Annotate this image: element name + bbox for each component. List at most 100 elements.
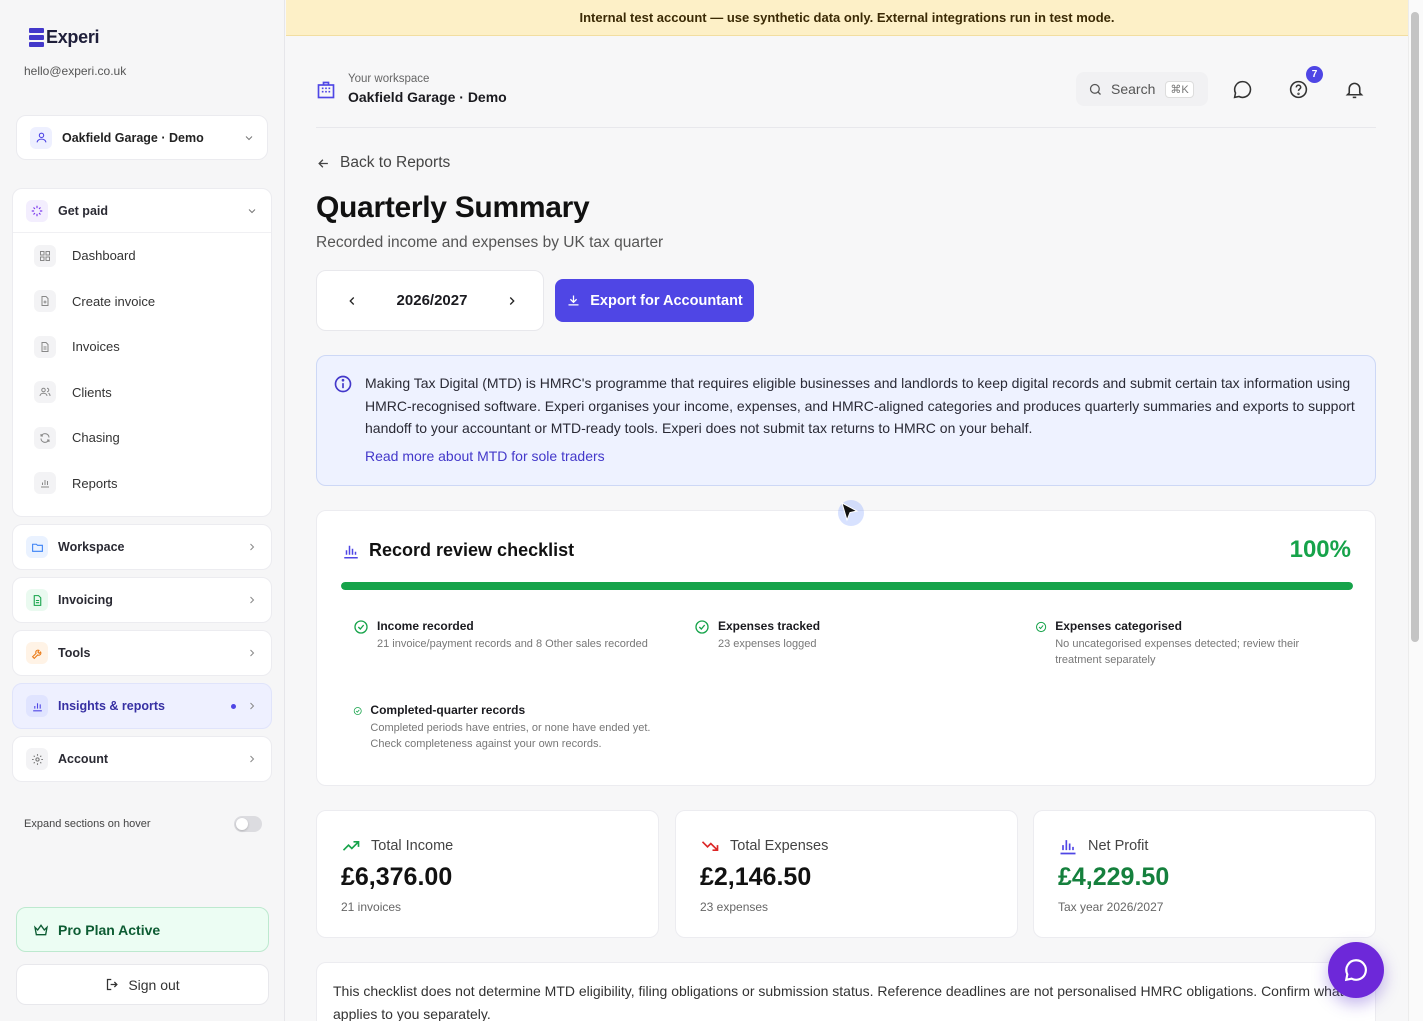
checklist-item-title: Completed-quarter records xyxy=(370,703,526,717)
sidebar-item-label: Invoices xyxy=(72,339,120,355)
back-label: Back to Reports xyxy=(340,154,451,171)
chevron-right-icon xyxy=(250,755,255,763)
document-icon xyxy=(26,589,48,611)
checklist-disclaimer: This checklist does not determine MTD el… xyxy=(316,962,1376,1021)
checklist-item-title: Expenses tracked xyxy=(718,619,821,633)
sparkle-icon xyxy=(26,199,48,222)
nav-group-label: Workspace xyxy=(58,540,125,554)
logout-icon xyxy=(107,978,119,991)
brand-logo[interactable]: Experi xyxy=(29,27,100,48)
chat-launcher-button[interactable] xyxy=(1328,942,1384,998)
help-badge: 7 xyxy=(1306,66,1323,83)
bar-chart-icon xyxy=(26,695,48,717)
total-expenses-card: Total Expenses £2,146.50 23 expenses xyxy=(675,810,1018,938)
search-button[interactable]: Search ⌘K xyxy=(1076,72,1208,106)
brand-name: Experi xyxy=(46,27,100,47)
sidebar-item-chasing[interactable]: Chasing xyxy=(13,415,271,461)
nav-group-get-paid: Get paid Dashboard Create invoice Invoic… xyxy=(12,188,272,517)
stat-label: Total Income xyxy=(371,838,454,854)
tax-year-selector: 2026/2027 xyxy=(316,270,544,331)
mouse-cursor-highlight xyxy=(838,500,864,526)
nav-group-get-paid-header[interactable]: Get paid xyxy=(13,189,271,233)
checklist-item-desc: 23 expenses logged xyxy=(718,638,817,650)
crown-icon xyxy=(33,923,49,935)
sign-out-label: Sign out xyxy=(128,976,180,993)
sidebar-item-label: Dashboard xyxy=(72,248,136,264)
search-shortcut: ⌘K xyxy=(1165,80,1194,98)
chevron-right-icon[interactable] xyxy=(505,294,519,308)
sidebar-item-create-invoice[interactable]: Create invoice xyxy=(13,279,271,325)
nav-group-label: Insights & reports xyxy=(58,699,165,713)
checklist-item: Expenses categorised No uncategorised exp… xyxy=(1035,619,1320,668)
sidebar-item-invoices[interactable]: Invoices xyxy=(13,324,271,370)
chevron-right-icon xyxy=(250,596,255,604)
top-bar: Your workspace Oakfield Garage · Demo Se… xyxy=(316,66,1376,128)
bar-chart-icon xyxy=(34,472,56,495)
scrollbar-thumb[interactable] xyxy=(1411,12,1419,642)
nav-group-label: Tools xyxy=(58,646,91,660)
stat-value: £2,146.50 xyxy=(700,863,812,891)
checklist-item-title: Income recorded xyxy=(377,619,474,633)
pro-plan-badge[interactable]: Pro Plan Active xyxy=(16,907,269,952)
nav-group-label: Account xyxy=(58,752,108,766)
checklist-item-desc: No uncategorised expenses detected; revi… xyxy=(1055,638,1300,666)
nav-group-label: Invoicing xyxy=(58,593,113,607)
mtd-info-text: Making Tax Digital (MTD) is HMRC's progr… xyxy=(365,375,1355,436)
checklist-item-desc: 21 invoice/payment records and 8 Other s… xyxy=(377,638,648,650)
help-icon[interactable] xyxy=(1288,79,1309,100)
pro-plan-label: Pro Plan Active xyxy=(58,921,161,938)
page-subtitle: Recorded income and expenses by UK tax q… xyxy=(316,234,664,251)
bell-icon[interactable] xyxy=(1344,79,1365,100)
sidebar-item-reports[interactable]: Reports xyxy=(13,461,271,507)
chevron-left-icon[interactable] xyxy=(345,294,359,308)
checklist-item: Completed-quarter records Completed perio… xyxy=(353,703,673,752)
checklist-title: Record review checklist xyxy=(369,540,575,560)
checklist-percent: 100% xyxy=(1289,536,1351,563)
checklist-item-desc: Completed periods have entries, or none … xyxy=(370,722,651,750)
export-for-accountant-button[interactable]: Export for Accountant xyxy=(555,279,754,322)
sidebar-item-clients[interactable]: Clients xyxy=(13,370,271,416)
logo-icon xyxy=(29,28,44,47)
mtd-info-panel: Making Tax Digital (MTD) is HMRC's progr… xyxy=(316,355,1376,486)
workspace-selector-label: Oakfield Garage · Demo xyxy=(62,130,204,145)
chevron-right-icon xyxy=(250,543,255,551)
active-indicator-dot xyxy=(231,703,236,709)
sidebar-item-label: Reports xyxy=(72,475,118,491)
download-icon xyxy=(568,295,579,306)
nav-group-insights-reports[interactable]: Insights & reports xyxy=(12,683,272,729)
sidebar-item-dashboard[interactable]: Dashboard xyxy=(13,233,271,279)
check-circle-icon xyxy=(353,707,362,715)
stat-value: £6,376.00 xyxy=(341,863,453,891)
file-text-icon xyxy=(34,335,56,358)
sidebar-item-label: Clients xyxy=(72,384,112,400)
search-label: Search xyxy=(1111,81,1156,97)
stat-sub: 23 expenses xyxy=(700,900,769,914)
grid-icon xyxy=(34,244,56,267)
nav-group-account[interactable]: Account xyxy=(12,736,272,782)
total-income-card: Total Income £6,376.00 21 invoices xyxy=(316,810,659,938)
sidebar-item-label: Create invoice xyxy=(72,293,156,309)
net-profit-card: Net Profit £4,229.50 Tax year 2026/2027 xyxy=(1033,810,1376,938)
checklist-item-title: Expenses categorised xyxy=(1055,619,1182,633)
nav-group-invoicing[interactable]: Invoicing xyxy=(12,577,272,623)
checklist-item: Income recorded 21 invoice/payment record… xyxy=(353,619,673,652)
sidebar-item-label: Chasing xyxy=(72,430,120,446)
chevron-down-icon xyxy=(248,208,256,213)
tax-year-label: 2026/2027 xyxy=(396,292,468,309)
expand-on-hover-toggle[interactable] xyxy=(234,816,262,832)
arrow-left-icon xyxy=(318,158,328,168)
chat-icon[interactable] xyxy=(1232,79,1253,100)
nav-group-workspace[interactable]: Workspace xyxy=(12,524,272,570)
checklist-progress-fill xyxy=(341,582,1353,590)
back-to-reports-link[interactable]: Back to Reports xyxy=(316,154,450,172)
mtd-read-more-link[interactable]: Read more about MTD for sole traders xyxy=(365,448,605,464)
nav-group-tools[interactable]: Tools xyxy=(12,630,272,676)
wrench-icon xyxy=(26,642,48,664)
stat-value: £4,229.50 xyxy=(1058,863,1170,891)
workspace-selector[interactable]: Oakfield Garage · Demo xyxy=(16,115,268,160)
sign-out-button[interactable]: Sign out xyxy=(16,964,269,1005)
checklist-item: Expenses tracked 23 expenses logged xyxy=(694,619,1014,652)
check-circle-icon xyxy=(1036,621,1047,633)
chevron-right-icon xyxy=(250,702,255,710)
stat-sub: Tax year 2026/2027 xyxy=(1058,900,1164,914)
